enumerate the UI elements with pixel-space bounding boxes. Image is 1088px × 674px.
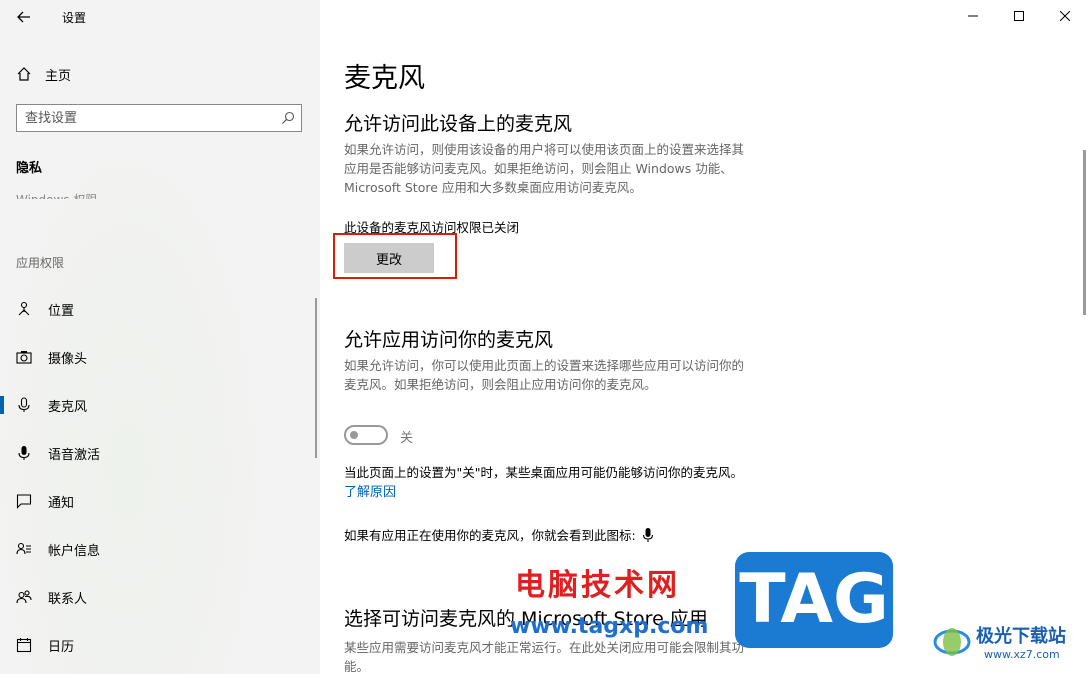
contacts-icon [16,589,32,605]
sidebar-item-home[interactable]: 主页 [16,64,71,84]
sidebar-item-label: 麦克风 [48,399,88,415]
sidebar-item-label: 日历 [48,639,75,655]
close-icon [1060,11,1070,21]
active-indicator [0,396,4,414]
sidebar-item-home-label: 主页 [45,68,72,84]
sidebar-item-microphone[interactable]: 麦克风 [0,385,320,425]
sidebar-section-privacy: 隐私 [16,161,43,176]
highlight-box [333,233,457,279]
settings-sidebar: 设置 主页 隐私 Windows 权限 应用权限 位置 摄像头 麦克风 [0,0,320,674]
watermark-site-cn: 电脑技术网 [515,568,680,603]
mic-indicator-text: 如果有应用正在使用你的麦克风，你就会看到此图标: [344,528,636,543]
minimize-icon [968,15,978,17]
microphone-icon [642,527,653,542]
app-access-description: 如果允许访问，你可以使用此页面上的设置来选择哪些应用可以访问你的 麦克风。如果拒… [344,356,804,394]
sidebar-item-notifications[interactable]: 通知 [0,481,320,521]
watermark-logo-name: 极光下载站 [976,626,1066,647]
toggle-knob [350,431,358,439]
camera-icon [16,349,32,365]
desktop-apps-note: 当此页面上的设置为"关"时，某些桌面应用可能仍能够访问你的麦克风。 [344,465,744,480]
app-access-heading: 允许应用访问你的麦克风 [344,329,554,351]
sidebar-group-app-permissions: 应用权限 [16,256,65,270]
calendar-icon [16,637,32,653]
store-apps-description: 某些应用需要访问麦克风才能正常运行。在此处关闭应用可能会限制其功 能。 [344,638,804,674]
sidebar-item-label: 联系人 [48,591,88,607]
description-line: Microsoft Store 应用和大多数桌面应用访问麦克风。 [344,180,642,195]
search-icon[interactable] [281,111,295,125]
app-access-toggle[interactable] [344,425,388,445]
description-line: 能。 [344,659,370,674]
close-button[interactable] [1042,0,1088,32]
sidebar-item-calendar[interactable]: 日历 [0,625,320,665]
sidebar-item-location[interactable]: 位置 [0,289,320,329]
microphone-icon [16,397,32,413]
location-icon [16,301,32,317]
watermark-logo-url: www.xz7.com [984,648,1060,661]
sidebar-item-voice-activation[interactable]: 语音激活 [0,433,320,473]
sidebar-item-label: 摄像头 [48,351,88,367]
device-access-description: 如果允许访问，则使用该设备的用户将可以使用该页面上的设置来选择其 应用是否能够访… [344,140,804,197]
back-button[interactable] [10,5,38,29]
learn-more-link[interactable]: 了解原因 [344,481,396,500]
sidebar-item-label: 帐户信息 [48,543,101,559]
aurora-logo-icon [933,628,971,656]
description-line: 如果允许访问，你可以使用此页面上的设置来选择哪些应用可以访问你的 [344,358,745,373]
sidebar-scrollbar[interactable] [315,298,317,458]
sidebar-item-windows-permissions[interactable]: Windows 权限 [16,189,97,199]
window-title: 设置 [62,11,87,25]
watermark-tag-badge: TAG [735,552,893,648]
watermark-site-url: www.tagxp.com [510,614,709,639]
voice-activation-icon [16,445,32,461]
notification-icon [16,493,32,509]
main-scrollbar[interactable] [1083,150,1086,315]
page-title: 麦克风 [344,63,425,94]
sidebar-item-account-info[interactable]: 帐户信息 [0,529,320,569]
toggle-state-label: 关 [400,431,414,446]
device-access-heading: 允许访问此设备上的麦克风 [344,113,573,135]
sidebar-item-contacts[interactable]: 联系人 [0,577,320,617]
minimize-button[interactable] [950,0,996,32]
settings-search-box[interactable] [16,104,302,132]
main-content: 麦克风 允许访问此设备上的麦克风 如果允许访问，则使用该设备的用户将可以使用该页… [320,0,1088,674]
sidebar-item-camera[interactable]: 摄像头 [0,337,320,377]
sidebar-item-label: 位置 [48,303,75,319]
description-line: 麦克风。如果拒绝访问，则会阻止应用访问你的麦克风。 [344,377,657,392]
description-line: 如果允许访问，则使用该设备的用户将可以使用该页面上的设置来选择其 [344,142,745,157]
settings-search-input[interactable] [25,105,275,131]
maximize-button[interactable] [996,0,1042,32]
mic-indicator-row: 如果有应用正在使用你的麦克风，你就会看到此图标: [344,525,654,544]
back-arrow-icon [17,11,30,23]
home-icon [17,67,31,81]
description-line: 某些应用需要访问麦克风才能正常运行。在此处关闭应用可能会限制其功 [344,640,745,655]
description-line: 应用是否能够访问麦克风。如果拒绝访问，则会阻止 Windows 功能、 [344,161,733,176]
sidebar-item-label: 语音激活 [48,447,101,463]
watermark-logo: 极光下载站 www.xz7.com [932,618,1082,668]
sidebar-item-label: 通知 [48,495,75,511]
account-info-icon [16,541,32,557]
maximize-icon [1014,11,1024,21]
